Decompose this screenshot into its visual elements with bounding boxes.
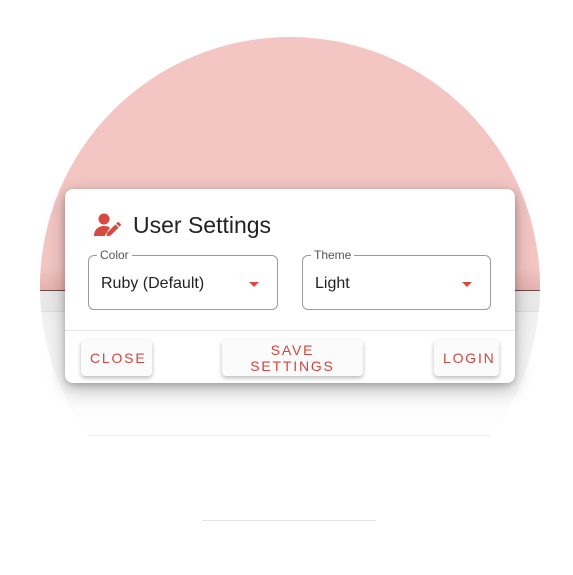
dialog-header: User Settings [93,211,271,239]
theme-select[interactable]: Theme Light [302,248,491,310]
login-button[interactable]: LOGIN [434,340,499,376]
color-select-value: Ruby (Default) [101,275,205,292]
chevron-down-icon[interactable] [462,282,472,287]
theme-select-label: Theme [311,248,355,262]
close-button[interactable]: CLOSE [81,340,152,376]
user-edit-icon [93,211,122,239]
backdrop-line [202,520,376,521]
color-select[interactable]: Color Ruby (Default) [88,248,278,310]
user-settings-dialog: User Settings Color Ruby (Default) Theme… [65,189,515,383]
backdrop-line [88,435,492,436]
save-settings-button[interactable]: SAVE SETTINGS [222,340,363,376]
theme-select-value: Light [315,275,350,292]
dialog-title: User Settings [133,211,272,238]
chevron-down-icon[interactable] [249,282,259,287]
dialog-divider [65,330,515,331]
color-select-label: Color [97,248,132,262]
